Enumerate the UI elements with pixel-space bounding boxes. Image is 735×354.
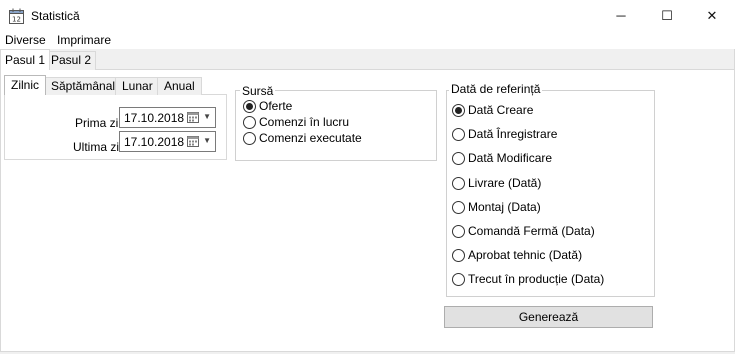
ref-option-livrare[interactable]: Livrare (Dată) <box>452 177 541 191</box>
window-border-left <box>0 49 1 354</box>
radio-label: Dată Creare <box>468 103 534 117</box>
tab-anual[interactable]: Anual <box>157 77 202 95</box>
last-day-datepicker[interactable]: 17.10.2018 ▼ <box>119 131 216 152</box>
maximize-button[interactable]: ☐ <box>644 0 690 32</box>
ref-option-comanda-ferma[interactable]: Comandă Fermă (Data) <box>452 225 595 239</box>
radio-label: Montaj (Data) <box>468 200 541 214</box>
menu-imprimare[interactable]: Imprimare <box>57 33 111 48</box>
radio-icon <box>243 132 256 145</box>
tab-pasul-1[interactable]: Pasul 1 <box>0 49 51 70</box>
first-day-datepicker[interactable]: 17.10.2018 ▼ <box>119 107 216 128</box>
radio-selected-icon <box>452 104 465 117</box>
last-day-value: 17.10.2018 <box>124 135 185 149</box>
first-day-value: 17.10.2018 <box>124 111 185 125</box>
calendar-icon <box>187 135 199 147</box>
tab-zilnic[interactable]: Zilnic <box>4 75 47 95</box>
dropdown-arrow-icon: ▼ <box>203 136 211 145</box>
radio-icon <box>243 116 256 129</box>
radio-icon <box>452 177 465 190</box>
radio-icon <box>452 128 465 141</box>
radio-icon <box>452 225 465 238</box>
reference-date-group <box>446 90 655 297</box>
tab-pasul-2[interactable]: Pasul 2 <box>46 51 97 70</box>
calendar-icon <box>187 111 199 123</box>
source-option-oferte[interactable]: Oferte <box>243 100 292 114</box>
calendar-app-icon: 12 <box>8 7 26 25</box>
source-option-comenzi-executate[interactable]: Comenzi executate <box>243 132 362 146</box>
last-day-label: Ultima zi <box>73 140 120 154</box>
radio-label: Comenzi executate <box>259 131 362 145</box>
radio-label: Trecut în producție (Data) <box>468 272 605 286</box>
radio-label: Aprobat tehnic (Dată) <box>468 248 583 262</box>
menu-diverse[interactable]: Diverse <box>5 33 46 48</box>
tab-lunar[interactable]: Lunar <box>115 77 160 95</box>
svg-text:12: 12 <box>12 16 21 24</box>
ref-option-data-creare[interactable]: Dată Creare <box>452 104 533 118</box>
radio-icon <box>452 273 465 286</box>
minimize-button[interactable]: ─ <box>598 0 644 32</box>
radio-selected-icon <box>243 100 256 113</box>
ref-option-data-inregistrare[interactable]: Dată Înregistrare <box>452 128 557 142</box>
dropdown-arrow-icon: ▼ <box>203 112 211 121</box>
radio-icon <box>452 201 465 214</box>
radio-icon <box>452 152 465 165</box>
first-day-label: Prima zi <box>75 116 119 130</box>
ref-option-data-modificare[interactable]: Dată Modificare <box>452 152 552 166</box>
radio-label: Comandă Fermă (Data) <box>468 224 595 238</box>
radio-label: Comenzi în lucru <box>259 115 350 129</box>
radio-label: Dată Modificare <box>468 151 553 165</box>
radio-label: Dată Înregistrare <box>468 127 558 141</box>
ref-option-trecut-in-productie[interactable]: Trecut în producție (Data) <box>452 273 604 287</box>
ref-option-aprobat-tehnic[interactable]: Aprobat tehnic (Dată) <box>452 249 582 263</box>
generate-button[interactable]: Generează <box>444 306 653 328</box>
ref-option-montaj[interactable]: Montaj (Data) <box>452 201 541 215</box>
reference-date-title: Dată de referință <box>449 82 543 96</box>
close-button[interactable]: ✕ <box>689 0 735 32</box>
radio-label: Oferte <box>259 99 293 113</box>
tab-saptamanal[interactable]: Săptămânal <box>44 77 123 95</box>
source-option-comenzi-in-lucru[interactable]: Comenzi în lucru <box>243 116 349 130</box>
window-title: Statistică <box>31 9 80 23</box>
source-group-title: Sursă <box>240 84 276 98</box>
radio-label: Livrare (Dată) <box>468 176 542 190</box>
outer-tab-strip <box>0 49 735 70</box>
radio-icon <box>452 249 465 262</box>
